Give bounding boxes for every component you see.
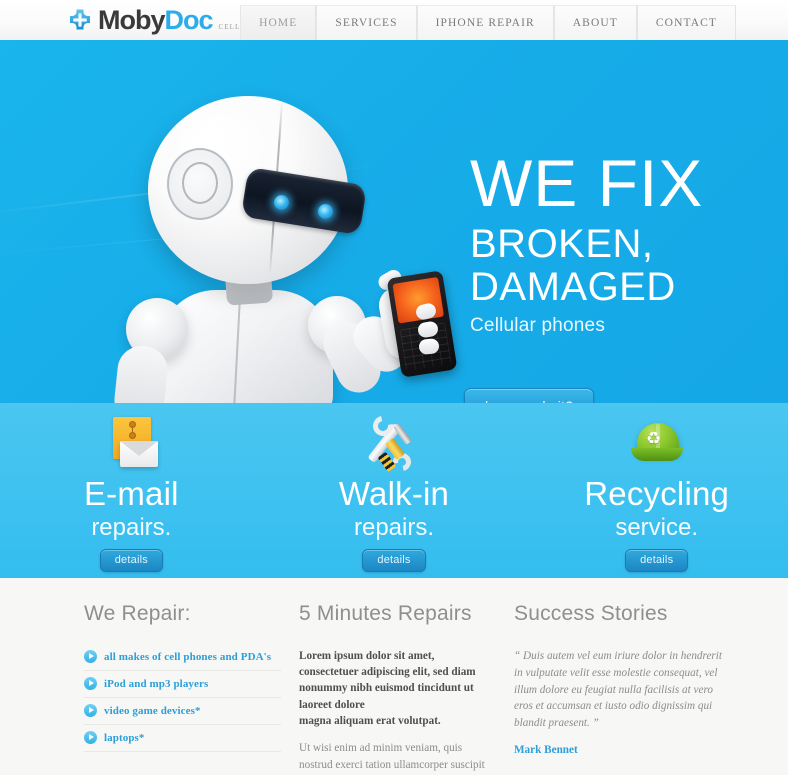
five-minutes-lead-line1: Lorem ipsum dolor sit amet, consectetuer… (299, 650, 476, 711)
list-item-label: iPod and mp3 players (104, 677, 209, 690)
nav-item-contact[interactable]: CONTACT (636, 5, 736, 40)
we-repair-list: all makes of cell phones and PDA's iPod … (84, 648, 281, 752)
hero-banner: WE FIX BROKEN, DAMAGED Cellular phones h… (0, 40, 788, 403)
medical-cross-icon (68, 8, 92, 32)
envelope-icon (99, 415, 163, 473)
column-success-stories: Success Stories “ Duis autem vel eum iri… (514, 602, 729, 775)
feature-title: Recycling (584, 475, 730, 512)
hero-headline-line1: WE FIX (470, 146, 704, 220)
tools-icon (362, 412, 426, 475)
arrow-circle-icon (84, 731, 97, 744)
main-navigation: HOME SERVICES IPHONE REPAIR ABOUT CONTAC… (240, 5, 736, 40)
feature-details-button[interactable]: details (362, 548, 426, 572)
hero-headline-line2: BROKEN, (470, 221, 654, 266)
nav-item-services[interactable]: SERVICES (316, 5, 417, 40)
feature-title: E-mail (83, 475, 179, 512)
feature-subtitle: repairs. (91, 514, 172, 541)
list-item-label: video game devices* (104, 704, 201, 717)
column-we-repair: We Repair: all makes of cell phones and … (84, 602, 299, 775)
page-root: Moby Doc Cellular Repair Center HOME SER… (0, 0, 788, 775)
hero-subheadline: Cellular phones (470, 315, 606, 337)
nav-item-iphone-repair[interactable]: IPHONE REPAIR (416, 5, 554, 40)
nav-item-home[interactable]: HOME (240, 5, 317, 40)
list-item[interactable]: all makes of cell phones and PDA's (84, 648, 281, 671)
nav-item-about[interactable]: ABOUT (553, 5, 637, 40)
content-section: We Repair: all makes of cell phones and … (0, 578, 788, 775)
feature-title: Walk-in (338, 475, 450, 512)
testimonial-author: Mark Bennet (514, 743, 578, 756)
feature-subtitle: service. (615, 514, 699, 541)
feature-email: E-mail repairs. details (0, 403, 263, 578)
feature-recycling: ♻ Recycling service. details (525, 403, 788, 578)
column-five-minutes: 5 Minutes Repairs Lorem ipsum dolor sit … (299, 602, 514, 775)
feature-subtitle: repairs. (353, 514, 435, 541)
list-item[interactable]: laptops* (84, 725, 281, 752)
feature-details-button[interactable]: details (625, 548, 689, 572)
five-minutes-lead-line2: magna aliquam erat volutpat. (299, 714, 441, 727)
feature-details-button[interactable]: details (99, 548, 163, 572)
arrow-circle-icon (84, 650, 97, 663)
hero-headline-line3: DAMAGED (470, 264, 676, 309)
logo-text-secondary: Doc (164, 4, 214, 35)
features-band: E-mail repairs. details Walk-in repairs.… (0, 403, 788, 578)
we-repair-title: We Repair: (84, 602, 191, 625)
list-item[interactable]: iPod and mp3 players (84, 671, 281, 698)
feature-walkin: Walk-in repairs. details (263, 403, 526, 578)
logo-text-primary: Moby (98, 4, 165, 35)
robot-eye-left (274, 195, 289, 210)
site-header: Moby Doc Cellular Repair Center HOME SER… (0, 0, 788, 40)
arrow-circle-icon (84, 704, 97, 717)
success-stories-title: Success Stories (514, 602, 668, 625)
hero-copy: WE FIX BROKEN, DAMAGED Cellular phones (470, 146, 780, 337)
list-item-label: laptops* (104, 731, 145, 744)
list-item-label: all makes of cell phones and PDA's (104, 650, 272, 663)
testimonial-quote: “ Duis autem vel eum iriure dolor in hen… (514, 650, 722, 730)
five-minutes-body: Ut wisi enim ad minim veniam, quis nostr… (299, 742, 485, 771)
robot-illustration (30, 58, 460, 403)
five-minutes-lead: Lorem ipsum dolor sit amet, consectetuer… (299, 648, 496, 729)
arrow-circle-icon (84, 677, 97, 690)
list-item[interactable]: video game devices* (84, 698, 281, 725)
five-minutes-title: 5 Minutes Repairs (299, 602, 472, 625)
robot-eye-right (318, 204, 333, 219)
hero-cta-button[interactable]: how we do it? (464, 388, 595, 403)
recycling-helmet-icon: ♻ (625, 415, 689, 473)
